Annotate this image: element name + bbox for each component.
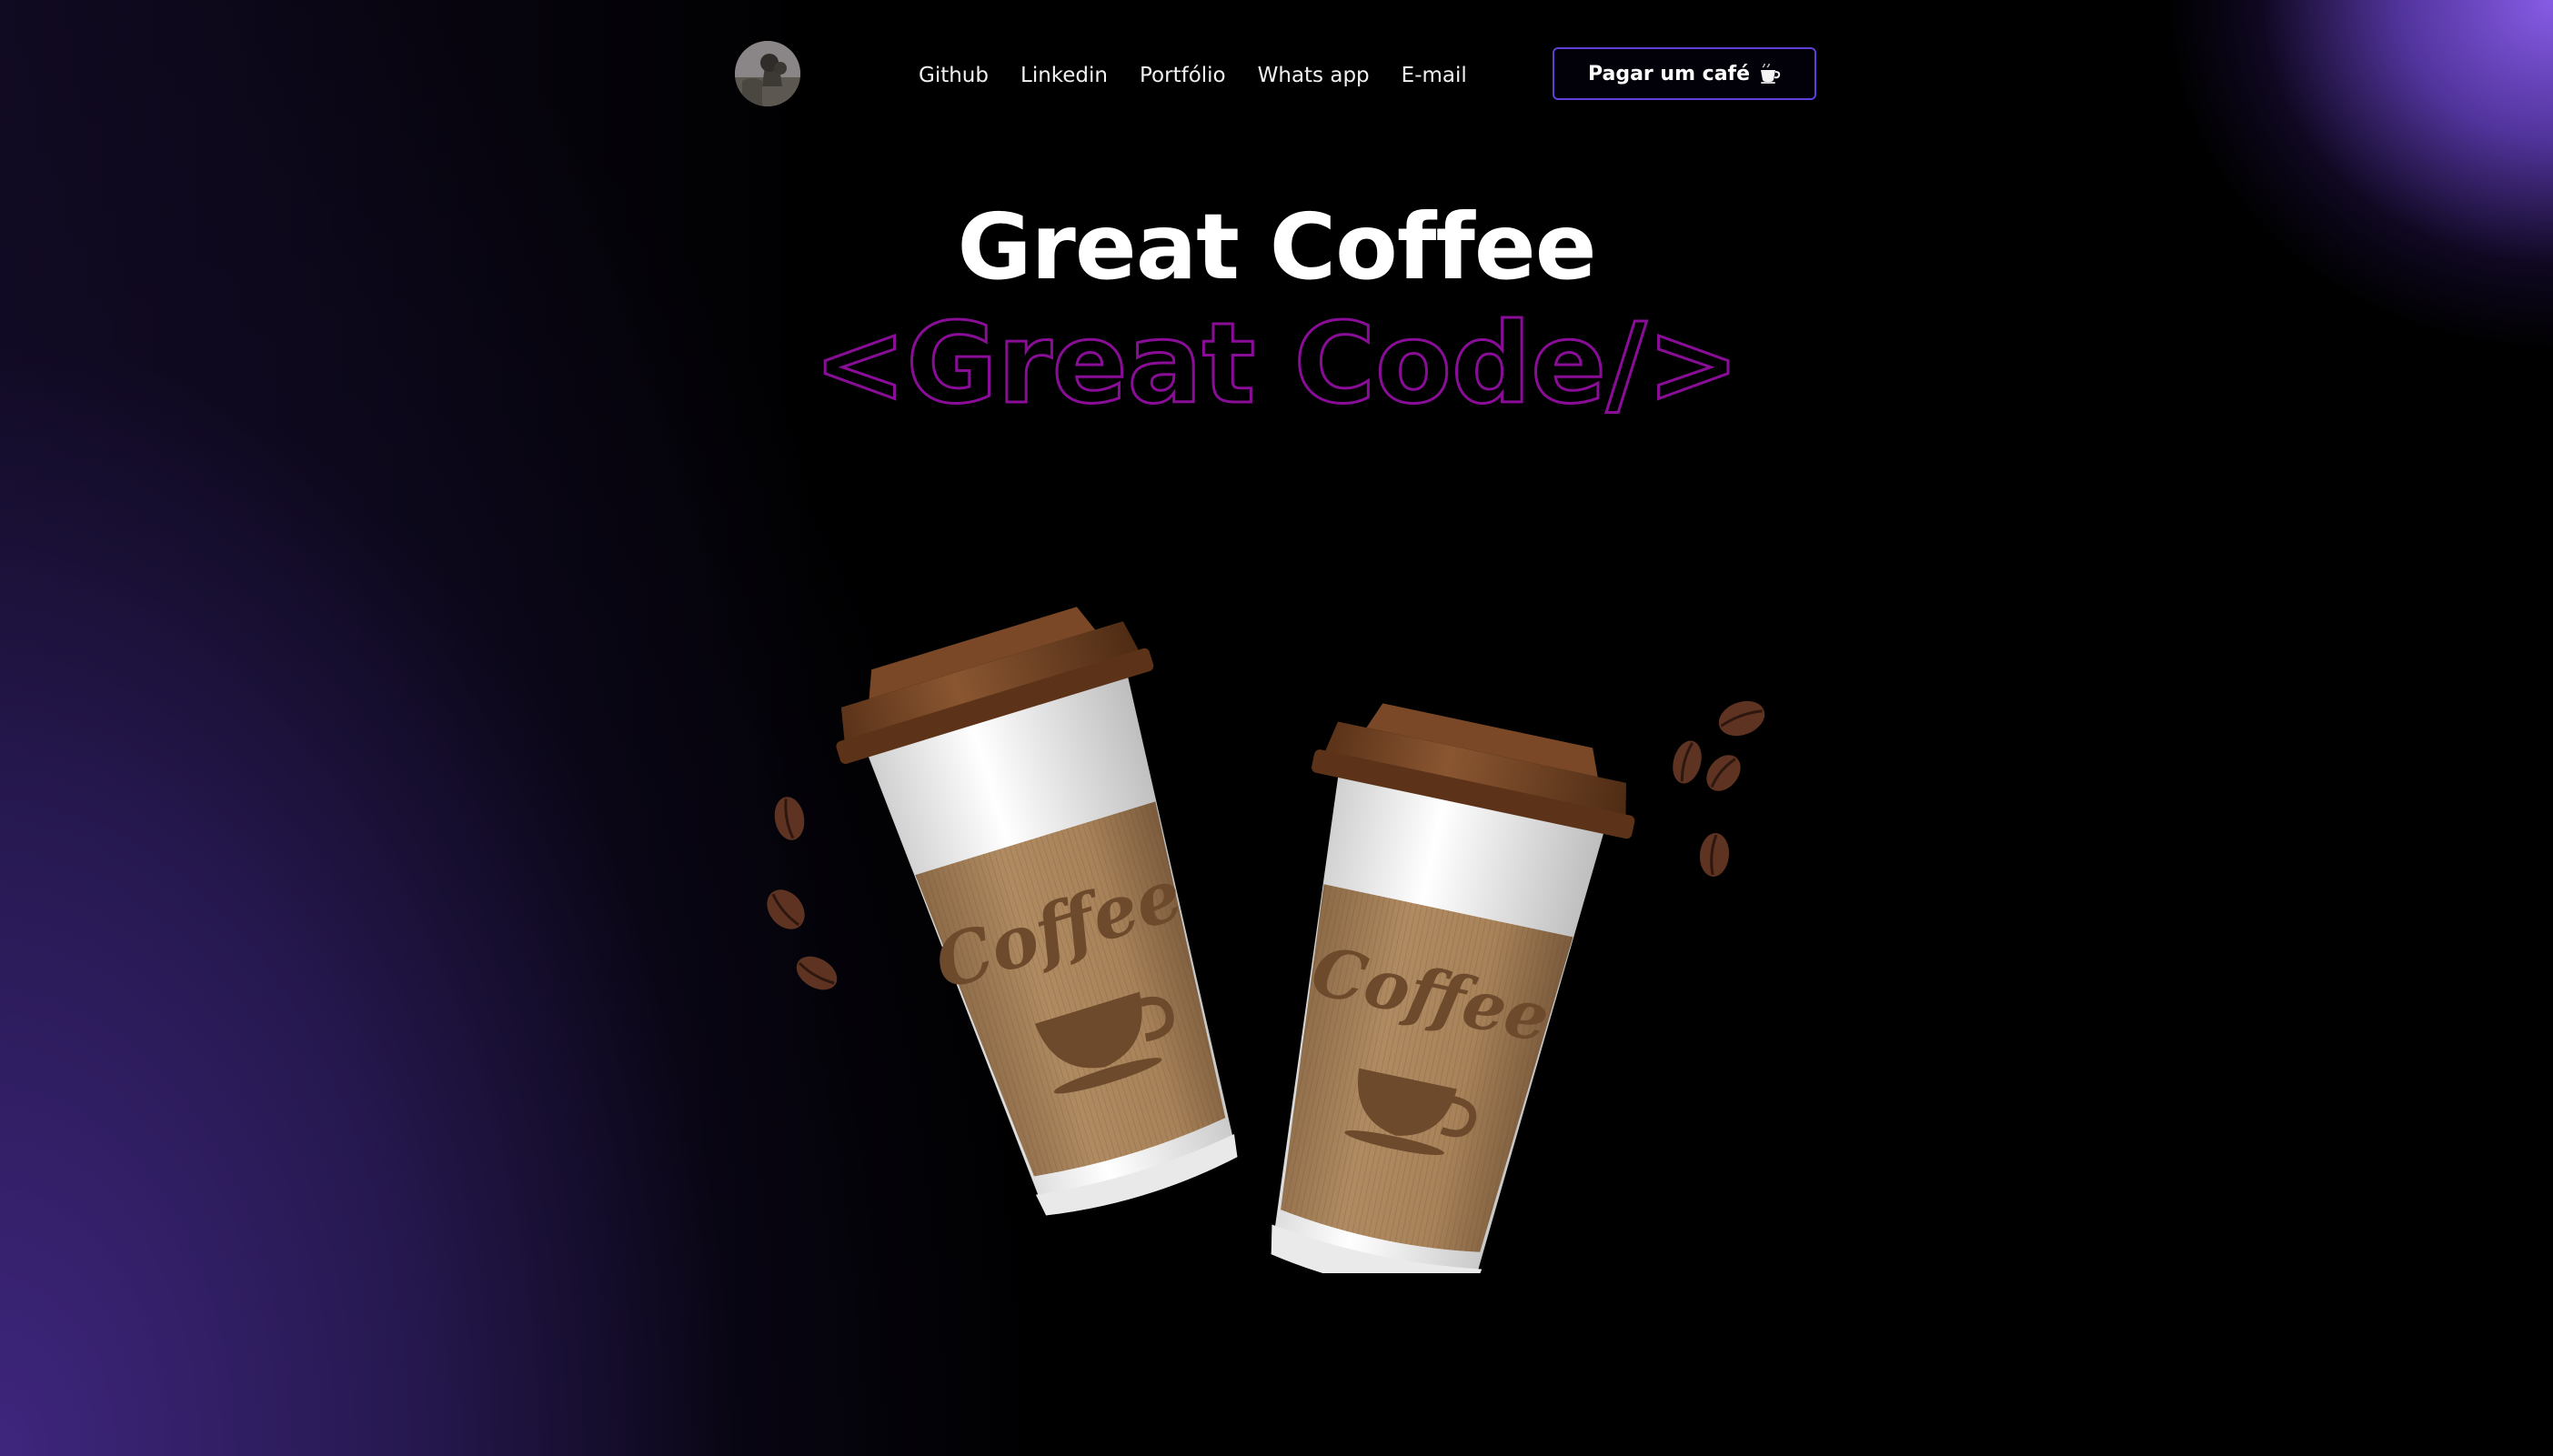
nav-link-portfolio[interactable]: Portfólio (1140, 58, 1226, 93)
nav-link-email[interactable]: E-mail (1402, 58, 1467, 93)
nav-link-whatsapp[interactable]: Whats app (1258, 58, 1370, 93)
coffee-cup-icon (1761, 64, 1781, 84)
coffee-cup-left: Coffee (836, 607, 1238, 1216)
main-nav: Github Linkedin Portfólio Whats app E-ma… (919, 58, 1499, 93)
coffee-bean-icon (767, 797, 838, 990)
avatar[interactable] (735, 41, 800, 106)
nav-link-github[interactable]: Github (919, 58, 989, 93)
hero-subtitle: <Great Code/> (812, 298, 1742, 430)
coffee-cups-illustration: Coffee Coffee (767, 607, 1765, 1273)
nav-link-linkedin[interactable]: Linkedin (1020, 58, 1108, 93)
coffee-bean-icon (1673, 700, 1765, 877)
avatar-image (735, 41, 800, 106)
pay-coffee-button[interactable]: Pagar um café (1553, 47, 1816, 100)
pay-coffee-label: Pagar um café (1587, 62, 1751, 85)
hero-title: Great Coffee (957, 194, 1596, 300)
coffee-cup-right: Coffee (1271, 703, 1635, 1273)
